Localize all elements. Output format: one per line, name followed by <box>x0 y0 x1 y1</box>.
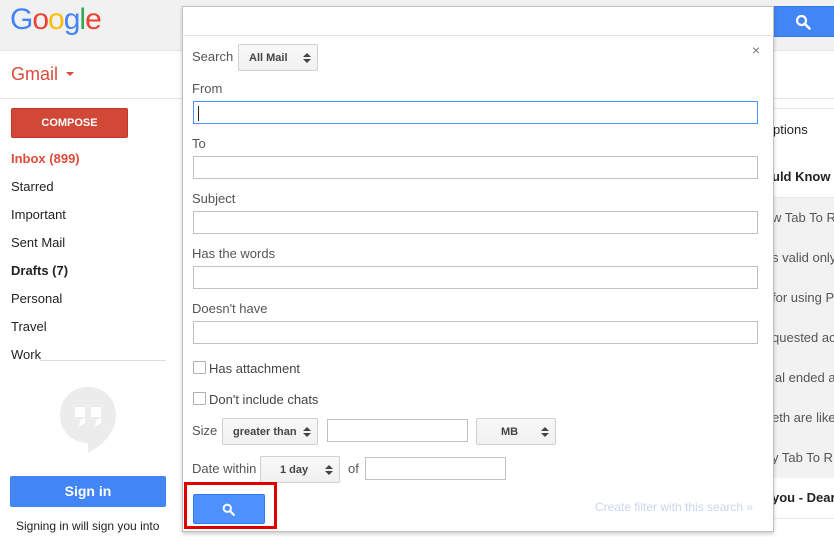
select-arrows-icon <box>325 465 333 475</box>
doesnt-have-field[interactable] <box>193 321 758 344</box>
select-arrows-icon <box>541 427 549 437</box>
email-snippet: s valid only <box>772 250 834 265</box>
list-item[interactable]: eth are like <box>772 398 834 439</box>
hangouts-icon <box>58 385 118 453</box>
options-label[interactable]: ptions <box>773 122 808 137</box>
from-label: From <box>192 81 223 96</box>
email-snippet: quested ac <box>772 330 834 345</box>
of-label: of <box>348 461 359 476</box>
sidebar-item-travel[interactable]: Travel <box>11 319 47 334</box>
search-icon <box>795 14 811 30</box>
to-field[interactable] <box>193 156 758 179</box>
select-arrows-icon <box>303 427 311 437</box>
search-scope-select[interactable]: All Mail <box>238 44 318 71</box>
logo-letter: o <box>32 3 49 36</box>
compose-button[interactable]: COMPOSE <box>11 108 128 138</box>
date-within-select[interactable]: 1 day <box>260 456 340 483</box>
sidebar-item-inbox[interactable]: Inbox (899) <box>11 151 80 166</box>
search-button[interactable] <box>772 6 834 37</box>
sidebar-item-important[interactable]: Important <box>11 207 66 222</box>
date-within-value: 1 day <box>280 464 309 476</box>
sidebar-item-work[interactable]: Work <box>11 347 41 362</box>
email-snippet: y Tab To R <box>772 450 833 465</box>
subject-field[interactable] <box>193 211 758 234</box>
list-item[interactable]: s valid only <box>772 238 834 279</box>
chevron-down-icon[interactable] <box>66 72 74 76</box>
size-operator-select[interactable]: greater than <box>222 418 318 445</box>
doesnt-have-label: Doesn't have <box>192 301 268 316</box>
list-item[interactable]: you - Dear <box>772 478 834 519</box>
email-snippet: w Tab To R <box>772 210 834 225</box>
sidebar-item-starred[interactable]: Starred <box>11 179 54 194</box>
size-unit-select[interactable]: MB <box>476 418 556 445</box>
search-scope-label: Search <box>192 49 234 64</box>
list-item[interactable]: ial ended a <box>772 358 834 399</box>
has-attachment-label[interactable]: Has attachment <box>209 361 300 376</box>
sign-in-note: Signing in will sign you into <box>16 519 160 533</box>
select-arrows-icon <box>303 53 311 63</box>
has-words-label: Has the words <box>192 246 276 261</box>
email-snippet: for using P <box>772 290 834 305</box>
from-field[interactable] <box>193 101 758 124</box>
email-snippet: you - Dear <box>772 490 834 505</box>
has-words-field[interactable] <box>193 266 758 289</box>
size-number-field[interactable] <box>327 419 468 442</box>
logo-letter: g <box>63 3 81 36</box>
email-snippet: eth are like <box>772 410 834 425</box>
list-item[interactable]: for using P <box>772 278 834 319</box>
dont-include-chats-label[interactable]: Don't include chats <box>209 392 318 407</box>
close-icon[interactable]: × <box>752 42 760 58</box>
search-scope-value: All Mail <box>249 52 288 64</box>
email-snippet: ial ended a <box>772 370 834 385</box>
sidebar-item-sent-mail[interactable]: Sent Mail <box>11 235 65 250</box>
highlight-box <box>184 482 277 529</box>
google-logo[interactable]: Google <box>10 3 102 37</box>
list-item[interactable]: w Tab To R <box>772 198 834 239</box>
list-item[interactable]: y Tab To R <box>772 438 834 479</box>
to-label: To <box>192 136 206 151</box>
size-operator-value: greater than <box>233 426 297 438</box>
size-unit-value: MB <box>501 426 519 438</box>
sign-in-button[interactable]: Sign in <box>10 476 166 507</box>
logo-letter: e <box>85 3 102 36</box>
date-of-field[interactable] <box>365 457 506 480</box>
logo-letter: o <box>48 3 65 36</box>
create-filter-link[interactable]: Create filter with this search » <box>595 500 753 514</box>
search-box-divider <box>182 35 772 36</box>
logo-letter: G <box>10 3 33 36</box>
email-snippet: uld Know - <box>772 169 834 184</box>
text-cursor <box>198 106 199 121</box>
dont-include-chats-checkbox[interactable] <box>193 392 206 405</box>
gmail-app-label[interactable]: Gmail <box>11 64 58 85</box>
list-item[interactable]: quested ac <box>772 318 834 359</box>
subject-label: Subject <box>192 191 236 206</box>
divider <box>772 108 834 109</box>
date-within-label: Date within <box>192 461 257 476</box>
sidebar-item-personal[interactable]: Personal <box>11 291 62 306</box>
sidebar-item-drafts[interactable]: Drafts (7) <box>11 263 68 278</box>
sidebar-divider <box>40 360 166 361</box>
size-label: Size <box>192 423 218 438</box>
has-attachment-checkbox[interactable] <box>193 361 206 374</box>
list-item[interactable]: uld Know - <box>772 157 834 198</box>
